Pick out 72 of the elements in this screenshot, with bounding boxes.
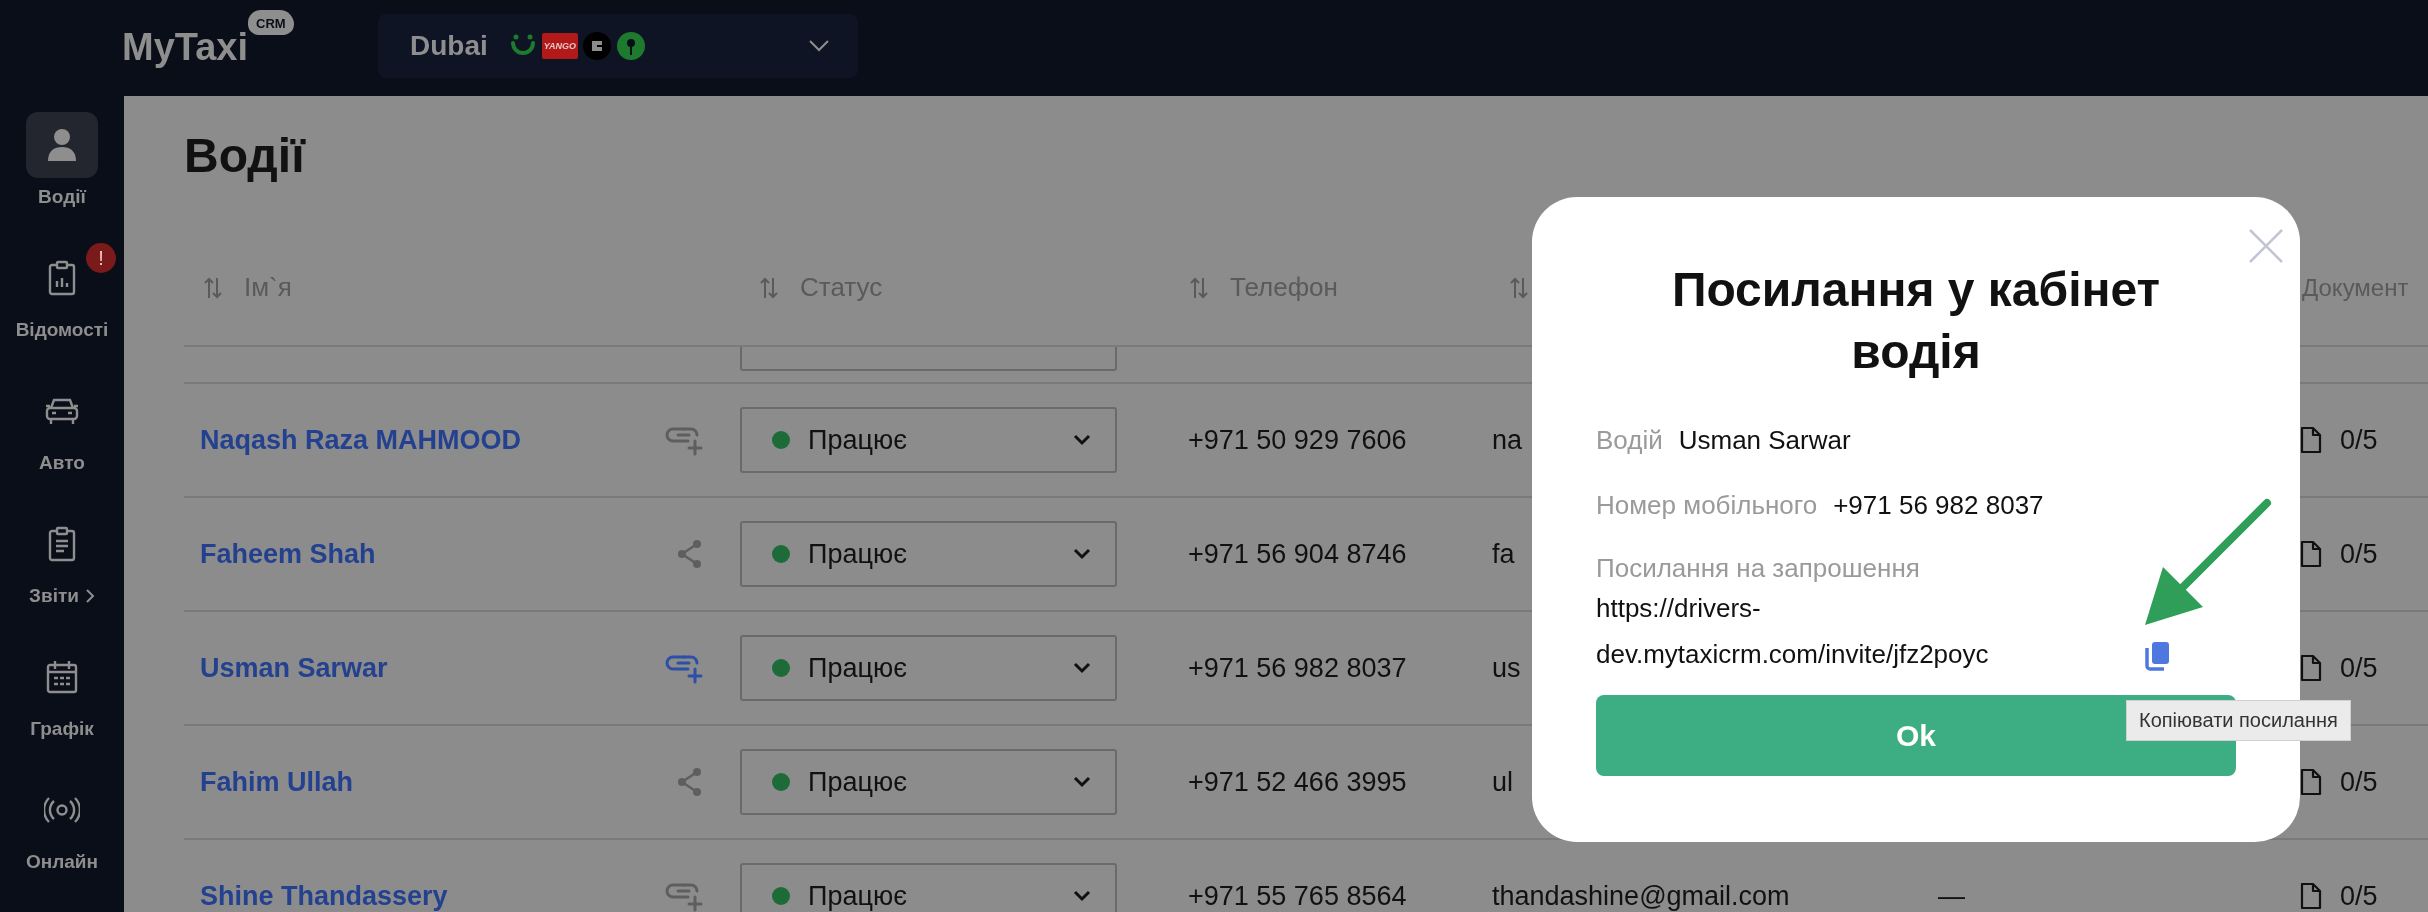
phone-cell: +971 52 466 3995 bbox=[1188, 766, 1407, 798]
tooltip: Копіювати посилання bbox=[2126, 700, 2351, 741]
chevron-down-icon bbox=[1073, 662, 1091, 674]
share-icon[interactable] bbox=[676, 539, 704, 569]
chevron-down-icon bbox=[1073, 548, 1091, 560]
service-logo: YANGO bbox=[541, 33, 579, 59]
sidebar-item[interactable]: Авто bbox=[0, 378, 124, 511]
document-icon bbox=[2300, 768, 2322, 796]
sidebar-item[interactable]: Водії bbox=[0, 112, 124, 245]
sort-icon[interactable] bbox=[1190, 275, 1208, 300]
sidebar-item[interactable]: Звіти bbox=[0, 511, 124, 644]
alert-badge: ! bbox=[86, 243, 116, 273]
field-label: Водій bbox=[1596, 424, 1663, 457]
email-cell: fa bbox=[1492, 538, 1515, 570]
field-value: +971 56 982 8037 bbox=[1833, 489, 2044, 522]
document-icon bbox=[2300, 882, 2322, 910]
documents-count: 0/5 bbox=[2340, 766, 2378, 798]
copy-icon[interactable] bbox=[2144, 641, 2170, 671]
report-icon bbox=[48, 260, 76, 296]
status-dot bbox=[772, 431, 790, 449]
status-dot bbox=[772, 773, 790, 791]
chevron-down-icon bbox=[1073, 434, 1091, 446]
city-selector[interactable]: Dubai YANGO bbox=[378, 14, 858, 78]
phone-cell: +971 55 765 8564 bbox=[1188, 880, 1407, 912]
circle-logo-icon bbox=[582, 31, 613, 61]
documents-count: 0/5 bbox=[2340, 652, 2378, 684]
car-icon bbox=[45, 396, 79, 426]
email-cell: ul bbox=[1492, 766, 1513, 798]
logo: MyTaxi bbox=[122, 26, 248, 69]
status-dot bbox=[772, 545, 790, 563]
page-title: Водії bbox=[184, 128, 307, 184]
status-select[interactable]: Працює bbox=[740, 407, 1117, 473]
status-select[interactable]: Працює bbox=[740, 521, 1117, 587]
chevron-down-icon bbox=[808, 39, 830, 53]
status-select[interactable]: Працює bbox=[740, 635, 1117, 701]
sort-icon[interactable] bbox=[204, 275, 222, 300]
status-select[interactable]: Працює bbox=[740, 749, 1117, 815]
close-icon[interactable] bbox=[2248, 228, 2284, 264]
field-value: Usman Sarwar bbox=[1678, 424, 1851, 457]
chevron-down-icon bbox=[1073, 776, 1091, 788]
phone-cell: +971 56 982 8037 bbox=[1188, 652, 1407, 684]
status-select[interactable]: Працює bbox=[740, 863, 1117, 912]
chevron-down-icon bbox=[1073, 890, 1091, 902]
share-icon[interactable] bbox=[676, 767, 704, 797]
table-cell: — bbox=[1938, 880, 1965, 912]
person-icon bbox=[47, 128, 77, 162]
document-icon bbox=[2300, 654, 2322, 682]
crm-badge: CRM bbox=[248, 10, 294, 35]
status-dot bbox=[772, 887, 790, 905]
email-cell: na bbox=[1492, 424, 1523, 456]
document-icon bbox=[2300, 540, 2322, 568]
document-icon bbox=[2300, 426, 2322, 454]
sidebar-item[interactable]: Графік bbox=[0, 644, 124, 777]
sort-icon[interactable] bbox=[1510, 275, 1528, 300]
clipboard-icon bbox=[48, 526, 76, 562]
email-cell: us bbox=[1492, 652, 1521, 684]
location-pin-icon bbox=[616, 31, 647, 61]
field-label: Номер мобільного bbox=[1596, 489, 1818, 522]
documents-count: 0/5 bbox=[2340, 538, 2378, 570]
dialog-title: Посилання у кабінет водія bbox=[1670, 262, 2162, 380]
status-dot bbox=[772, 659, 790, 677]
broadcast-icon bbox=[44, 797, 80, 823]
sidebar-item[interactable]: Онлайн bbox=[0, 777, 124, 910]
phone-cell: +971 56 904 8746 bbox=[1188, 538, 1407, 570]
sort-icon[interactable] bbox=[760, 275, 778, 300]
field-label: Посилання на запрошення bbox=[1596, 552, 1921, 585]
documents-count: 0/5 bbox=[2340, 880, 2378, 912]
chevron-right-icon bbox=[84, 588, 95, 604]
phone-cell: +971 50 929 7606 bbox=[1188, 424, 1407, 456]
documents-count: 0/5 bbox=[2340, 424, 2378, 456]
email-cell: thandashine@gmail.com bbox=[1492, 880, 1790, 912]
calendar-icon bbox=[46, 660, 78, 694]
